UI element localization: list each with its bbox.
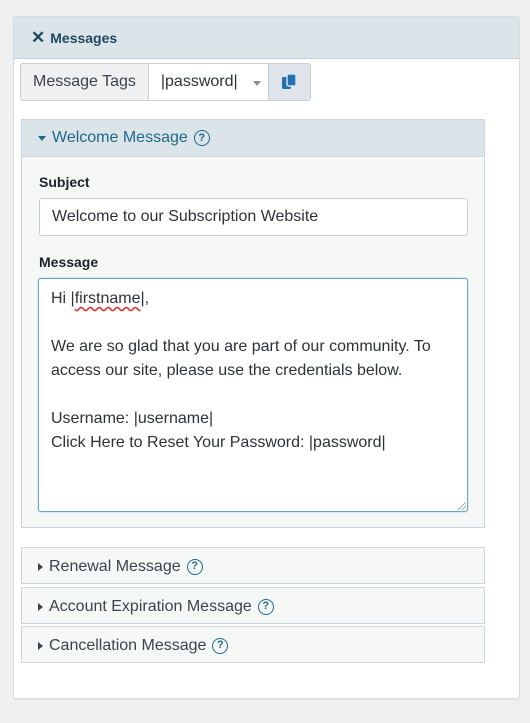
renewal-message-section[interactable]: Renewal Message ? xyxy=(21,547,485,584)
welcome-message-section: Welcome Message ? Subject Welcome to our… xyxy=(21,119,485,528)
help-icon[interactable]: ? xyxy=(257,598,274,615)
message-body: We are so glad that you are part of our … xyxy=(51,338,436,379)
caret-right-icon xyxy=(38,641,43,650)
message-greeting-tag: firstname xyxy=(74,290,141,307)
copy-icon xyxy=(281,73,297,89)
message-tags-select[interactable]: |password| xyxy=(147,63,269,101)
welcome-message-toggle[interactable]: Welcome Message ? xyxy=(22,120,484,157)
subject-field[interactable]: Welcome to our Subscription Website xyxy=(39,198,468,236)
chevron-down-icon xyxy=(252,81,261,86)
message-label: Message xyxy=(39,254,99,270)
account-expiration-message-title: Account Expiration Message xyxy=(49,597,252,615)
message-reset-line: Click Here to Reset Your Password: |pass… xyxy=(51,434,386,451)
resize-handle[interactable] xyxy=(458,502,466,510)
account-expiration-message-section[interactable]: Account Expiration Message ? xyxy=(21,587,485,624)
subject-label: Subject xyxy=(39,174,90,190)
caret-right-icon xyxy=(38,562,43,571)
cancellation-message-toggle[interactable]: Cancellation Message ? xyxy=(22,627,484,664)
panel-header[interactable]: ✕ Messages xyxy=(14,17,519,59)
copy-tag-button[interactable] xyxy=(268,63,311,101)
account-expiration-message-toggle[interactable]: Account Expiration Message ? xyxy=(22,588,484,625)
message-greeting-prefix: Hi | xyxy=(51,290,75,307)
message-tags-row: Message Tags |password| xyxy=(20,63,311,101)
help-icon[interactable]: ? xyxy=(212,637,229,654)
renewal-message-toggle[interactable]: Renewal Message ? xyxy=(22,548,484,585)
message-textarea[interactable]: Hi |firstname|, We are so glad that you … xyxy=(38,278,468,512)
message-username-line: Username: |username| xyxy=(51,410,214,427)
help-icon[interactable]: ? xyxy=(186,558,203,575)
subject-value: Welcome to our Subscription Website xyxy=(52,208,319,225)
caret-right-icon xyxy=(38,602,43,611)
welcome-message-title: Welcome Message xyxy=(52,129,188,146)
message-tags-selected: |password| xyxy=(160,73,238,90)
message-greeting-suffix: |, xyxy=(140,290,150,307)
panel-title: Messages xyxy=(50,29,118,46)
cancellation-message-section[interactable]: Cancellation Message ? xyxy=(21,626,485,663)
cancellation-message-title: Cancellation Message xyxy=(49,636,207,654)
renewal-message-title: Renewal Message xyxy=(49,557,181,575)
help-icon[interactable]: ? xyxy=(193,130,210,146)
message-tags-label: Message Tags xyxy=(20,63,148,101)
caret-down-icon xyxy=(38,135,46,141)
close-icon[interactable]: ✕ xyxy=(31,29,45,46)
